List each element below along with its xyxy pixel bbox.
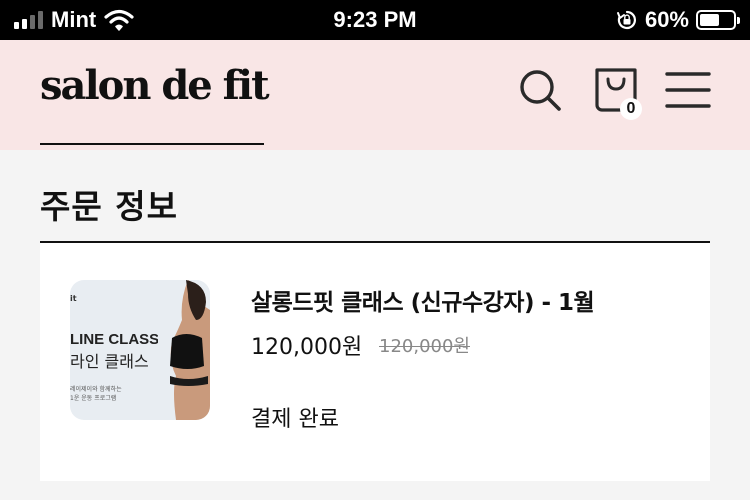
menu-button[interactable] (664, 64, 712, 116)
site-header: salon de fit 0 (0, 40, 750, 150)
payment-status: 결제 완료 (251, 407, 339, 432)
order-item-card[interactable]: it LINE CLASS 라인 클래스 레이제이와 함께하는 1운 운동 프로… (40, 243, 710, 481)
thumbnail-description: 레이제이와 함께하는 (70, 386, 122, 393)
hamburger-menu-icon (665, 72, 711, 108)
orientation-lock-icon (616, 10, 636, 30)
product-name[interactable]: 살롱드핏 클래스 (신규수강자) - 1월 (251, 283, 595, 317)
battery-icon (696, 10, 740, 30)
search-icon (520, 70, 561, 111)
product-price: 120,000원 (251, 335, 363, 360)
site-logo[interactable]: salon de fit (40, 62, 270, 109)
search-button[interactable] (516, 64, 564, 116)
status-right: 60% (616, 0, 740, 40)
logo-underline (40, 143, 264, 145)
thumbnail-brand-text: it (70, 294, 77, 303)
model-photo (158, 280, 210, 420)
section-title: 주문 정보 (40, 187, 178, 226)
battery-level (700, 14, 720, 26)
product-thumbnail[interactable]: it LINE CLASS 라인 클래스 레이제이와 함께하는 1운 운동 프로… (70, 280, 210, 420)
status-bar: Mint 9:23 PM 60% (0, 0, 750, 40)
thumbnail-description: 1운 운동 프로그램 (70, 395, 117, 402)
original-price: 120,000원 (379, 336, 470, 357)
battery-percentage: 60% (644, 7, 689, 32)
thumbnail-korean-title: 라인 클래스 (70, 352, 149, 371)
cart-count-badge: 0 (620, 98, 642, 120)
thumbnail-english-title: LINE CLASS (70, 331, 160, 348)
